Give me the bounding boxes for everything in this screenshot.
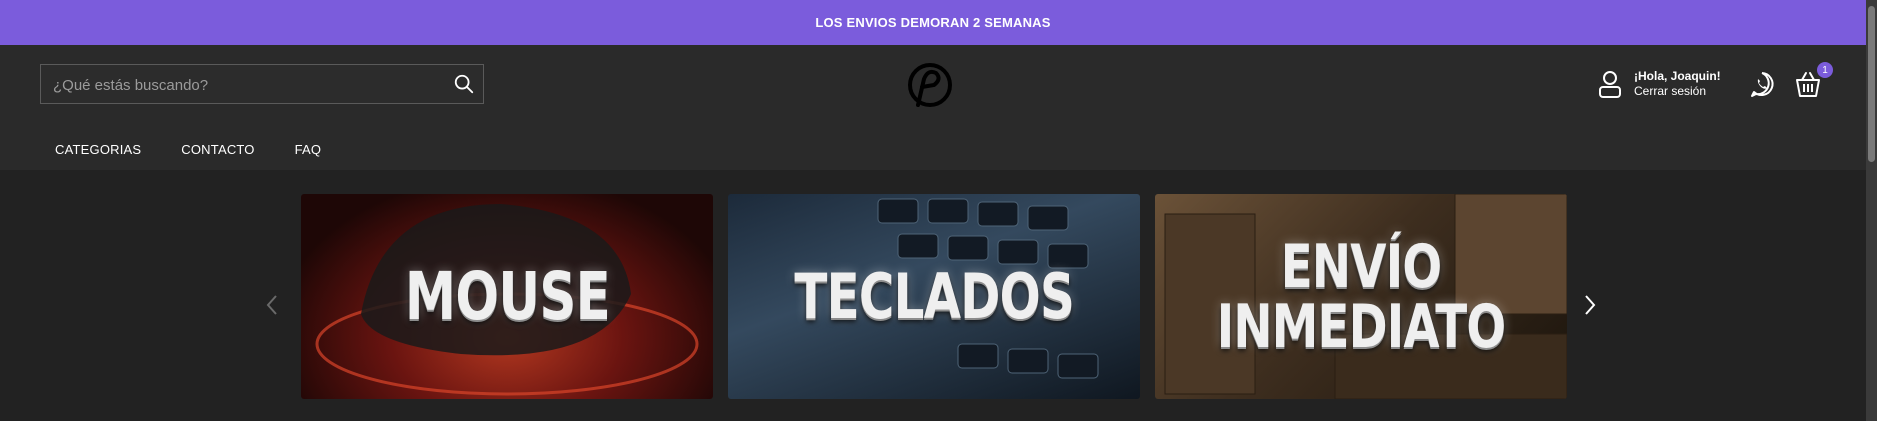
page-scrollbar[interactable] xyxy=(1866,0,1877,421)
slide-envio-inmediato[interactable]: ENVÍO INMEDIATO xyxy=(1155,194,1567,399)
search-box[interactable] xyxy=(40,64,484,105)
logout-link[interactable]: Cerrar sesión xyxy=(1634,84,1721,99)
nav-item-categorias[interactable]: CATEGORIAS xyxy=(55,142,141,157)
search-icon[interactable] xyxy=(453,73,475,95)
user-greeting: ¡Hola, Joaquin! xyxy=(1634,69,1721,83)
brand-logo[interactable] xyxy=(904,61,956,113)
slide-title-line2: INMEDIATO xyxy=(1216,291,1506,362)
chevron-right-icon[interactable] xyxy=(1580,292,1600,318)
user-icon[interactable] xyxy=(1596,69,1624,99)
main-nav: CATEGORIAS CONTACTO FAQ xyxy=(55,142,361,157)
chevron-left-icon[interactable] xyxy=(262,292,282,318)
nav-item-contacto[interactable]: CONTACTO xyxy=(181,142,254,157)
whatsapp-icon[interactable] xyxy=(1748,70,1776,98)
announcement-bar: LOS ENVIOS DEMORAN 2 SEMANAS xyxy=(0,0,1866,45)
site-header: ¡Hola, Joaquin! Cerrar sesión 1 CATEGORI… xyxy=(0,45,1866,170)
announcement-text: LOS ENVIOS DEMORAN 2 SEMANAS xyxy=(815,15,1051,30)
scrollbar-thumb[interactable] xyxy=(1868,6,1875,162)
search-input[interactable] xyxy=(41,65,435,105)
cart-count-badge: 1 xyxy=(1817,62,1833,78)
user-account[interactable]: ¡Hola, Joaquin! Cerrar sesión xyxy=(1596,69,1721,99)
slide-title: MOUSE xyxy=(404,257,610,335)
slide-title: TECLADOS xyxy=(794,259,1074,333)
slide-teclados[interactable]: TECLADOS xyxy=(728,194,1140,399)
nav-item-faq[interactable]: FAQ xyxy=(295,142,322,157)
slide-title: ENVÍO INMEDIATO xyxy=(1217,237,1506,357)
slide-mouse[interactable]: MOUSE xyxy=(301,194,713,399)
